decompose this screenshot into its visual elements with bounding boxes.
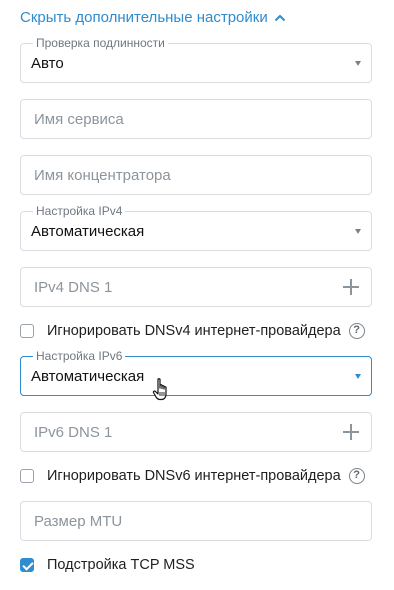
question-mark-icon[interactable]: ? bbox=[348, 323, 365, 339]
ignore-dnsv6-label: Игнорировать DNSv6 интернет-провайдера bbox=[47, 468, 341, 484]
dropdown-caret-icon bbox=[355, 61, 361, 66]
ignore-dnsv4-checkbox-row[interactable]: Игнорировать DNSv4 интернет-провайдера ? bbox=[20, 323, 365, 339]
dropdown-caret-icon bbox=[355, 374, 361, 379]
ipv6-setting-value: Автоматическая bbox=[31, 368, 145, 385]
ipv4-dns1-input[interactable]: IPv4 DNS 1 bbox=[20, 267, 372, 307]
ipv6-dns1-placeholder: IPv6 DNS 1 bbox=[34, 424, 113, 441]
service-name-input[interactable]: Имя сервиса bbox=[20, 99, 372, 139]
ipv4-setting-value: Автоматическая bbox=[31, 223, 145, 240]
plus-icon[interactable] bbox=[342, 278, 360, 296]
ipv6-setting-label: Настройка IPv6 bbox=[33, 349, 126, 363]
tcp-mss-checkbox[interactable] bbox=[20, 558, 34, 572]
hide-advanced-settings-label: Скрыть дополнительные настройки bbox=[20, 9, 268, 26]
chevron-up-icon bbox=[274, 14, 285, 21]
plus-icon[interactable] bbox=[342, 423, 360, 441]
concentrator-name-placeholder: Имя концентратора bbox=[34, 167, 171, 184]
ignore-dnsv4-checkbox[interactable] bbox=[20, 324, 34, 338]
auth-select[interactable]: Проверка подлинности Авто bbox=[20, 36, 372, 83]
mtu-size-input[interactable]: Размер MTU bbox=[20, 501, 372, 541]
ignore-dnsv6-checkbox[interactable] bbox=[20, 469, 34, 483]
concentrator-name-input[interactable]: Имя концентратора bbox=[20, 155, 372, 195]
ignore-dnsv4-label: Игнорировать DNSv4 интернет-провайдера bbox=[47, 323, 341, 339]
mtu-size-placeholder: Размер MTU bbox=[34, 513, 123, 530]
hand-cursor-icon bbox=[152, 378, 167, 401]
service-name-placeholder: Имя сервиса bbox=[34, 111, 124, 128]
ipv6-dns1-input[interactable]: IPv6 DNS 1 bbox=[20, 412, 372, 452]
hide-advanced-settings-link[interactable]: Скрыть дополнительные настройки bbox=[20, 9, 286, 26]
ipv4-setting-label: Настройка IPv4 bbox=[33, 204, 126, 218]
dropdown-caret-icon bbox=[355, 229, 361, 234]
auth-select-label: Проверка подлинности bbox=[33, 36, 168, 50]
ipv6-setting-select[interactable]: Настройка IPv6 Автоматическая bbox=[20, 349, 372, 396]
question-mark-icon[interactable]: ? bbox=[348, 468, 365, 484]
ipv4-setting-select[interactable]: Настройка IPv4 Автоматическая bbox=[20, 204, 372, 251]
ignore-dnsv6-checkbox-row[interactable]: Игнорировать DNSv6 интернет-провайдера ? bbox=[20, 468, 365, 484]
tcp-mss-checkbox-row[interactable]: Подстройка TCP MSS bbox=[20, 557, 195, 573]
ipv4-dns1-placeholder: IPv4 DNS 1 bbox=[34, 279, 113, 296]
tcp-mss-label: Подстройка TCP MSS bbox=[47, 557, 195, 573]
auth-select-value: Авто bbox=[31, 55, 64, 72]
